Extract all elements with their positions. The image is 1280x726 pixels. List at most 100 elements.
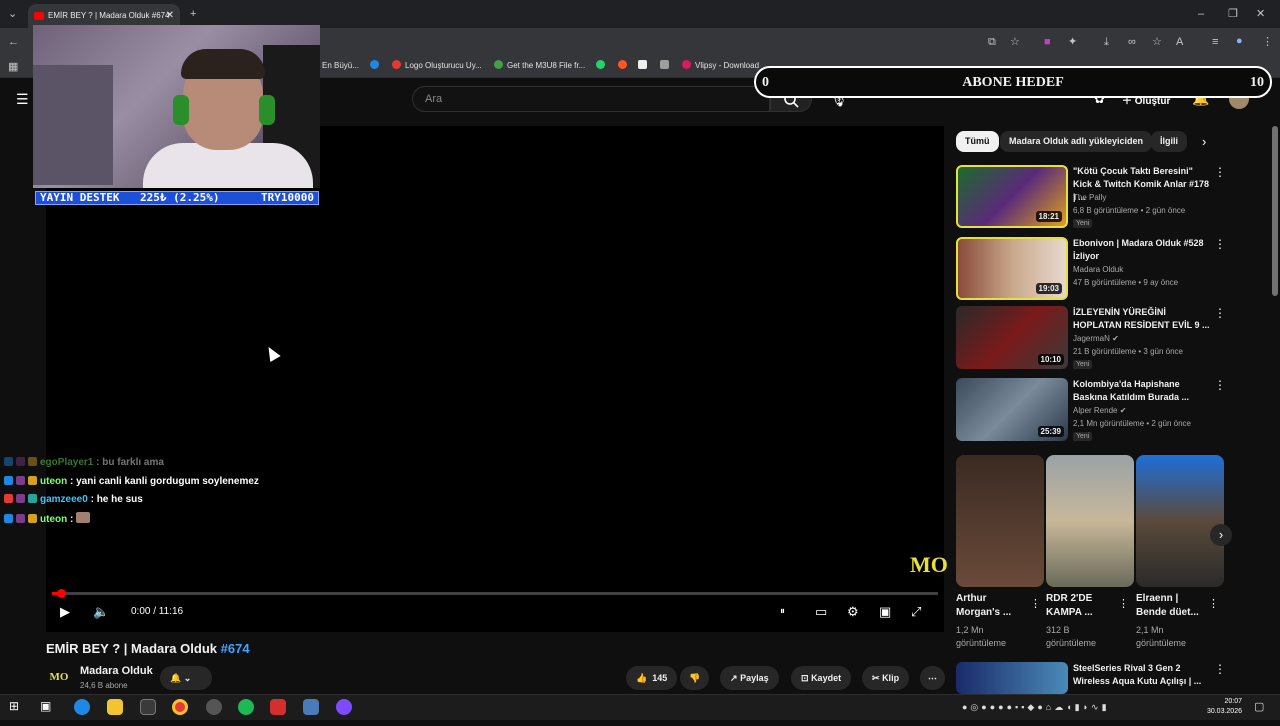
short-thumbnail[interactable] — [1046, 455, 1134, 587]
video-thumbnail[interactable]: 10:10 — [956, 306, 1068, 369]
windows-start-icon[interactable]: ⊞ — [9, 699, 25, 715]
hamburger-menu-icon[interactable]: ☰ — [16, 92, 29, 106]
reading-list-icon[interactable]: ≡ — [1212, 35, 1218, 49]
share-button[interactable]: ↗ Paylaş — [720, 666, 779, 690]
progress-knob[interactable] — [56, 589, 66, 598]
volume-icon[interactable]: 🔈 — [93, 604, 109, 620]
more-vert-icon[interactable]: ⋮ — [1214, 662, 1226, 676]
restore-icon[interactable]: ❐ — [1228, 7, 1238, 21]
more-vert-icon[interactable]: ⋮ — [1214, 306, 1226, 320]
like-button[interactable]: 👍 145 — [626, 666, 678, 690]
whatsapp-bookmark-icon[interactable] — [596, 60, 609, 72]
obs-icon[interactable] — [206, 699, 222, 715]
link-icon[interactable]: ∞ — [1128, 35, 1136, 49]
more-vert-icon[interactable]: ⋮ — [1214, 237, 1226, 251]
channel-name[interactable]: Alper Rende ✔ — [1073, 406, 1126, 415]
video-thumbnail[interactable]: 18:21 — [956, 165, 1068, 228]
video-title[interactable]: SteelSeries Rival 3 Gen 2 Wireless Aqua … — [1073, 662, 1213, 688]
bookmark-item[interactable] — [660, 60, 673, 72]
bookmark-item[interactable]: Logo Oluşturucu Uy... — [392, 60, 482, 72]
video-thumbnail[interactable]: 19:03 — [956, 237, 1068, 300]
channel-avatar[interactable]: MO — [48, 666, 70, 688]
short-thumbnail[interactable] — [956, 455, 1044, 587]
minimize-icon[interactable]: – — [1198, 7, 1204, 21]
bookmark-item[interactable]: En Büyü... — [322, 60, 359, 72]
notification-center-icon[interactable]: ▢ — [1254, 700, 1264, 714]
short-title[interactable]: RDR 2'DE KAMPA ... — [1046, 592, 1093, 620]
apps-grid-icon[interactable]: ▦ — [8, 60, 18, 74]
chrome-icon[interactable] — [172, 699, 188, 715]
shorts-next-icon[interactable]: › — [1210, 524, 1232, 546]
video-title[interactable]: Kolombiya'da Hapishane Baskına Katıldım … — [1073, 378, 1213, 404]
chip-all[interactable]: Tümü — [956, 131, 999, 152]
more-vert-icon[interactable]: ⋮ — [1208, 597, 1219, 611]
related-video[interactable]: 19:03 Ebonivon | Madara Olduk #528 İzliy… — [956, 237, 1256, 301]
play-icon[interactable]: ▶ — [60, 604, 70, 620]
bookmark-item[interactable] — [638, 60, 651, 72]
settings-gear-icon[interactable]: ⚙ — [847, 604, 859, 620]
store-icon[interactable] — [140, 699, 156, 715]
back-icon[interactable]: ← — [8, 35, 19, 49]
menu-kebab-icon[interactable]: ⋮ — [1262, 35, 1273, 49]
search-input[interactable]: Ara — [412, 86, 770, 112]
video-thumbnail[interactable] — [956, 662, 1068, 694]
taskbar-clock[interactable]: 20:07 30.03.2026 — [1207, 697, 1242, 717]
video-thumbnail[interactable]: 25:39 — [956, 378, 1068, 441]
cast-icon[interactable]: ⧉ — [988, 35, 996, 49]
video-title[interactable]: Ebonivon | Madara Olduk #528 İzliyor — [1073, 237, 1213, 263]
extensions-puzzle-icon[interactable]: ✦ — [1068, 35, 1077, 49]
bookmark-star-icon[interactable]: ☆ — [1010, 35, 1020, 49]
short-title[interactable]: Elraenn | Bende düet... — [1136, 592, 1199, 620]
more-vert-icon[interactable]: ⋮ — [1214, 165, 1226, 179]
profile-avatar-icon[interactable]: ● — [1236, 34, 1243, 48]
dislike-button[interactable]: 👎 — [680, 666, 710, 690]
favorites-icon[interactable]: ☆ — [1152, 35, 1162, 49]
edge-icon[interactable] — [74, 699, 90, 715]
bookmark-item[interactable]: Vlipsy - Download — [682, 60, 759, 72]
new-tab-icon[interactable]: + — [190, 7, 196, 21]
save-button[interactable]: ⊡ Kaydet — [791, 666, 852, 690]
app-icon[interactable] — [270, 699, 286, 715]
channel-name[interactable]: The Pally — [1073, 193, 1106, 202]
short-title[interactable]: Arthur Morgan's ... — [956, 592, 1011, 620]
scrollbar[interactable] — [1272, 126, 1278, 296]
short-thumbnail[interactable] — [1136, 455, 1224, 587]
more-vert-icon[interactable]: ⋮ — [1030, 597, 1041, 611]
related-video[interactable]: 18:21 "Kötü Çocuk Taktı Beresini" Kick &… — [956, 165, 1256, 229]
chevron-right-icon[interactable]: › — [1202, 135, 1206, 149]
chip-related[interactable]: İlgili — [1151, 131, 1187, 152]
subtitles-icon[interactable]: ▭ — [815, 604, 827, 620]
bookmark-item[interactable] — [370, 60, 383, 72]
extension-icon[interactable]: ■ — [1044, 35, 1051, 49]
download-icon[interactable]: ⤓ — [1104, 35, 1109, 49]
discord-icon[interactable] — [336, 699, 352, 715]
channel-name[interactable]: Madara Olduk — [1073, 265, 1123, 274]
notification-bell-button[interactable]: 🔔 ⌄ — [160, 666, 212, 690]
chip-from-uploader[interactable]: Madara Olduk adlı yükleyiciden — [1000, 131, 1153, 152]
translate-icon[interactable]: A — [1176, 35, 1183, 49]
bookmark-item[interactable]: Get the M3U8 File fr... — [494, 60, 585, 72]
hashtag-link[interactable]: #674 — [221, 641, 250, 656]
related-video[interactable]: 10:10 İZLEYENİN YÜREĞİNİ HOPLATAN RESİDE… — [956, 306, 1256, 370]
app-icon[interactable] — [303, 699, 319, 715]
spotify-icon[interactable] — [238, 699, 254, 715]
bookmark-item[interactable] — [618, 60, 631, 72]
clip-button[interactable]: ✂ Klip — [862, 666, 910, 690]
channel-name[interactable]: JagermaN ✔ — [1073, 334, 1119, 343]
related-video[interactable]: 25:39 Kolombiya'da Hapishane Baskına Kat… — [956, 378, 1256, 442]
fullscreen-icon[interactable]: ⤢ — [911, 604, 921, 620]
progress-bar[interactable] — [52, 589, 938, 598]
miniplayer-icon[interactable]: ▣ — [879, 604, 891, 620]
more-vert-icon[interactable]: ⋮ — [1118, 597, 1129, 611]
close-window-icon[interactable]: ✕ — [1256, 7, 1265, 21]
system-tray-icons[interactable]: ●◎●●●●▪▪◆●⌂☁◖▮◗∿▮ — [962, 700, 1110, 714]
task-view-icon[interactable]: ▣ — [40, 699, 56, 715]
file-explorer-icon[interactable] — [107, 699, 123, 715]
video-title[interactable]: İZLEYENİN YÜREĞİNİ HOPLATAN RESİDENT EVİ… — [1073, 306, 1213, 332]
video-meta: 2,1 Mn görüntüleme • 2 gün önce — [1073, 419, 1191, 428]
channel-name[interactable]: Madara Olduk — [80, 665, 153, 677]
more-vert-icon[interactable]: ⋮ — [1214, 378, 1226, 392]
more-actions-button[interactable]: ⋯ — [920, 666, 945, 690]
tab-search-icon[interactable]: ⌄ — [8, 7, 17, 21]
autoplay-toggle-icon[interactable]: ⏸ — [780, 604, 785, 620]
